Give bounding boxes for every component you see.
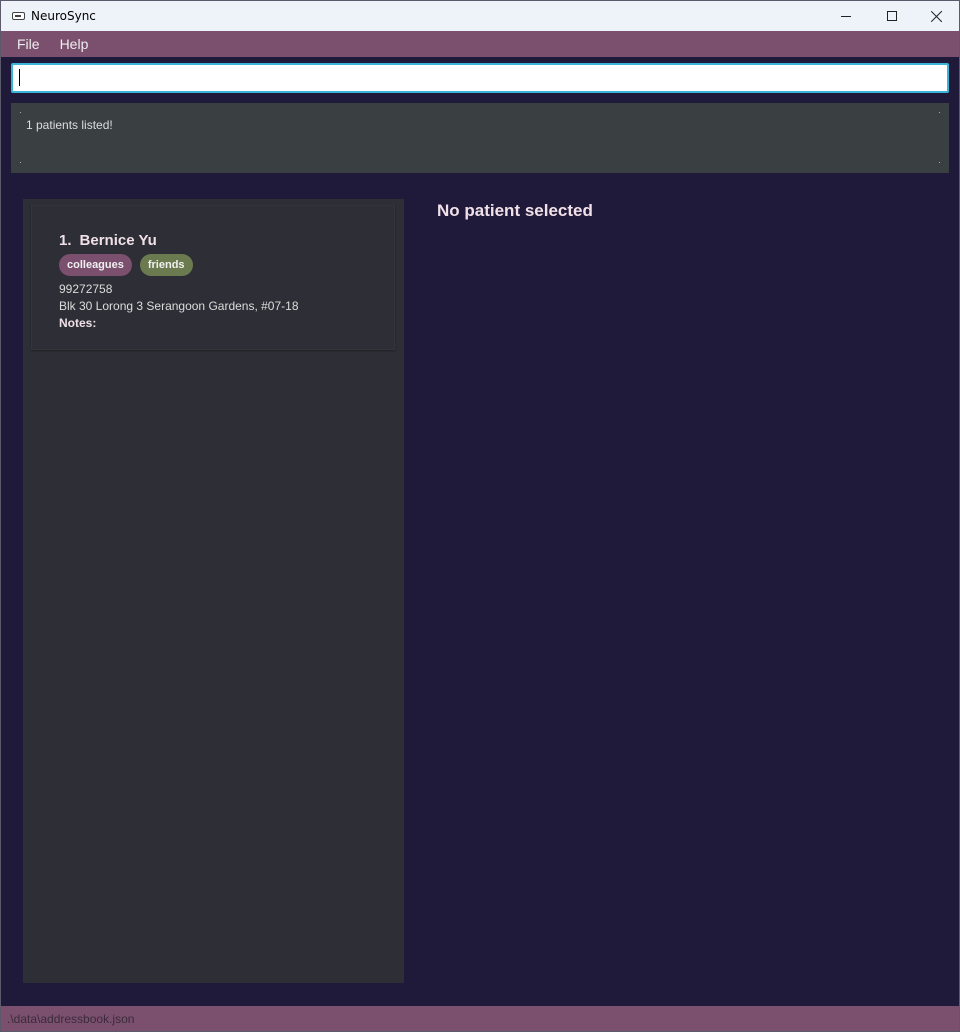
patient-phone: 99272758	[59, 282, 113, 296]
corner-dot	[20, 162, 21, 163]
minimize-icon	[841, 15, 851, 17]
close-button[interactable]	[914, 1, 960, 31]
window-title: NeuroSync	[31, 9, 96, 23]
minimize-button[interactable]	[823, 1, 869, 31]
command-box	[11, 63, 949, 93]
patient-address: Blk 30 Lorong 3 Serangoon Gardens, #07-1…	[59, 299, 299, 313]
title-bar: NeuroSync	[1, 1, 959, 31]
maximize-button[interactable]	[869, 1, 915, 31]
result-display: 1 patients listed!	[11, 103, 949, 173]
patient-card[interactable]: 1. Bernice Yu colleagues friends 99272758…	[31, 205, 395, 350]
detail-empty-message: No patient selected	[437, 201, 593, 220]
corner-dot	[939, 162, 940, 163]
save-file-path: .\data\addressbook.json	[7, 1012, 135, 1026]
corner-dot	[20, 112, 21, 113]
menu-bar: File Help	[1, 31, 959, 57]
patient-name-line: 1. Bernice Yu	[59, 232, 157, 249]
tag-colleagues: colleagues	[59, 254, 132, 276]
maximize-icon	[887, 11, 897, 21]
corner-dot	[939, 112, 940, 113]
menu-file[interactable]: File	[7, 31, 50, 57]
tag-list: colleagues friends	[59, 254, 193, 276]
patient-notes-label: Notes:	[59, 316, 97, 330]
patient-list-panel[interactable]: 1. Bernice Yu colleagues friends 99272758…	[23, 199, 404, 983]
text-caret	[19, 69, 20, 86]
status-bar: .\data\addressbook.json	[1, 1006, 959, 1031]
patient-index: 1.	[59, 232, 72, 249]
command-input[interactable]	[11, 63, 949, 93]
patient-name: Bernice Yu	[79, 232, 157, 249]
close-icon	[931, 10, 943, 22]
app-window: NeuroSync File Help 1 patients listed! 1…	[0, 0, 960, 1032]
app-icon	[12, 12, 25, 20]
tag-friends: friends	[139, 254, 193, 276]
menu-help[interactable]: Help	[50, 31, 99, 57]
result-message: 1 patients listed!	[26, 118, 113, 132]
